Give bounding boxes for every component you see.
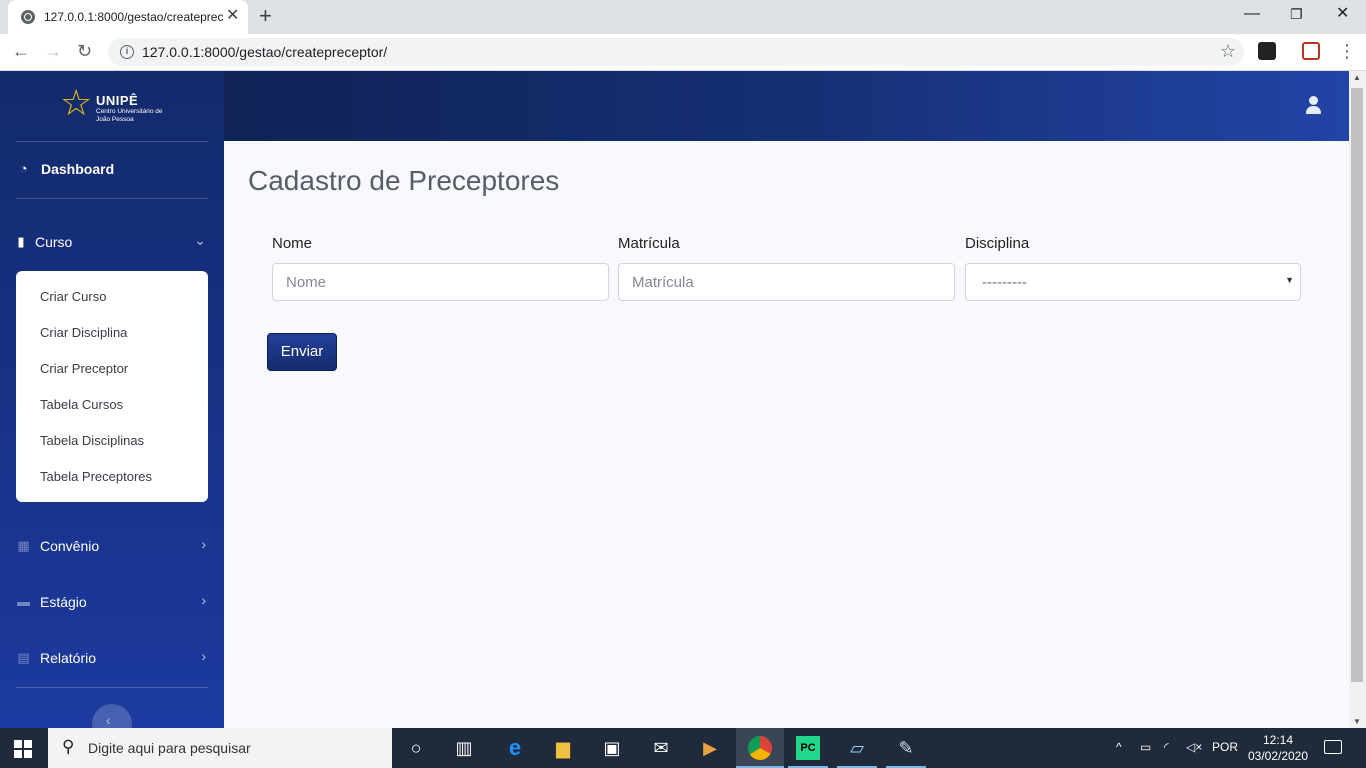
- taskbar-clock[interactable]: 12:14 03/02/2020: [1244, 732, 1312, 764]
- scroll-thumb[interactable]: [1351, 88, 1363, 682]
- minimize-icon[interactable]: —: [1244, 4, 1260, 24]
- submenu-tabela-preceptores[interactable]: Tabela Preceptores: [40, 469, 152, 484]
- cortana-icon[interactable]: ○: [404, 736, 428, 760]
- close-window-icon[interactable]: ✕: [1336, 4, 1349, 24]
- submenu-tabela-disciplinas[interactable]: Tabela Disciplinas: [40, 433, 144, 448]
- submenu-tabela-cursos[interactable]: Tabela Cursos: [40, 397, 123, 412]
- enviar-button[interactable]: Enviar: [267, 333, 337, 371]
- matricula-input[interactable]: Matrícula: [618, 263, 955, 301]
- notepad-icon[interactable]: ▱: [845, 736, 869, 760]
- nome-input[interactable]: Nome: [272, 263, 609, 301]
- web-page: ☆ UNIPÊ Centro Universitário de João Pes…: [0, 71, 1366, 728]
- sidebar-divider: [16, 198, 208, 199]
- wifi-icon[interactable]: ◜: [1164, 740, 1169, 754]
- back-icon[interactable]: ←: [12, 40, 30, 62]
- mail-icon[interactable]: ✉: [649, 736, 673, 760]
- submenu-criar-preceptor[interactable]: Criar Preceptor: [40, 361, 128, 376]
- chrome-taskbar-button[interactable]: [736, 728, 784, 768]
- nome-placeholder: Nome: [286, 274, 327, 291]
- main-content: Cadastro de Preceptores Nome Nome Matríc…: [224, 141, 1349, 728]
- store-icon[interactable]: ▣: [600, 736, 624, 760]
- browser-tab[interactable]: 127.0.0.1:8000/gestao/createpreceptor/ ✕: [8, 0, 248, 34]
- sidebar-item-estagio[interactable]: ▬ Estágio ›: [16, 592, 208, 614]
- sidebar-divider: [16, 141, 208, 142]
- language-indicator[interactable]: POR: [1212, 740, 1238, 754]
- chevron-up-icon[interactable]: ^: [1116, 740, 1122, 754]
- task-view-icon[interactable]: ▥: [452, 736, 476, 760]
- extension-icon[interactable]: [1258, 42, 1276, 60]
- pycharm-icon[interactable]: PC: [796, 736, 820, 760]
- scroll-icon: ▤: [17, 650, 30, 665]
- restore-icon[interactable]: ❐: [1290, 4, 1303, 24]
- tab-title: 127.0.0.1:8000/gestao/createpreceptor/: [44, 10, 224, 24]
- windows-start-icon[interactable]: [14, 740, 32, 758]
- sidebar-item-curso[interactable]: ▮ Curso ⌄: [16, 232, 208, 254]
- search-icon: ⚲: [62, 737, 75, 756]
- clock-date: 03/02/2020: [1247, 749, 1309, 763]
- nome-label: Nome: [272, 235, 313, 252]
- notifications-icon[interactable]: [1324, 740, 1342, 754]
- page-title: Cadastro de Preceptores: [248, 165, 560, 196]
- unipe-logo[interactable]: ☆ UNIPÊ Centro Universitário de João Pes…: [60, 82, 170, 127]
- reload-icon[interactable]: ↻: [77, 40, 92, 62]
- clock-time: 12:14: [1262, 733, 1294, 747]
- disciplina-label: Disciplina: [965, 235, 1030, 252]
- logo-name: UNIPÊ: [96, 93, 139, 108]
- tachometer-icon: ◔: [19, 161, 28, 176]
- folder-icon: ▬: [17, 594, 30, 609]
- address-toolbar: ← → ↻ i 127.0.0.1:8000/gestao/createprec…: [0, 34, 1366, 71]
- browser-tab-bar: 127.0.0.1:8000/gestao/createpreceptor/ ✕…: [0, 0, 1366, 34]
- forward-icon[interactable]: →: [44, 40, 62, 62]
- sidebar: ☆ UNIPÊ Centro Universitário de João Pes…: [0, 71, 224, 728]
- curso-submenu: Criar Curso Criar Disciplina Criar Prece…: [16, 271, 208, 502]
- sidebar-toggle-button[interactable]: ‹: [92, 704, 132, 728]
- bookmark-icon: ▮: [17, 234, 25, 249]
- matricula-placeholder: Matrícula: [632, 274, 694, 291]
- menu-kebab-icon[interactable]: ⋮: [1338, 40, 1356, 62]
- sidebar-item-dashboard[interactable]: ◔ Dashboard: [16, 159, 208, 181]
- close-tab-icon[interactable]: ✕: [226, 7, 239, 25]
- chevron-right-icon: ›: [201, 648, 206, 664]
- sidebar-item-relatorio[interactable]: ▤ Relatório ›: [16, 648, 208, 670]
- submenu-criar-disciplina[interactable]: Criar Disciplina: [40, 325, 127, 340]
- media-player-icon[interactable]: ▶: [698, 736, 722, 760]
- info-icon[interactable]: i: [120, 45, 134, 59]
- search-placeholder: Digite aqui para pesquisar: [88, 740, 251, 756]
- url-text[interactable]: 127.0.0.1:8000/gestao/createpreceptor/: [142, 44, 387, 60]
- scroll-down-icon[interactable]: ▼: [1353, 717, 1361, 726]
- new-tab-icon[interactable]: +: [259, 4, 272, 28]
- matricula-label: Matrícula: [618, 235, 680, 252]
- user-icon[interactable]: [1304, 96, 1322, 116]
- sidebar-divider: [16, 687, 208, 688]
- omnibox[interactable]: i 127.0.0.1:8000/gestao/createpreceptor/…: [108, 38, 1244, 66]
- bookmark-star-icon[interactable]: ☆: [1220, 41, 1236, 62]
- globe-icon: [21, 10, 35, 24]
- star-logo-icon: ☆: [60, 82, 93, 123]
- disciplina-selected: ---------: [982, 274, 1027, 291]
- chrome-icon: [748, 736, 772, 760]
- submenu-criar-curso[interactable]: Criar Curso: [40, 289, 106, 304]
- battery-icon[interactable]: ▭: [1140, 740, 1151, 754]
- taskbar-search-box[interactable]: ⚲ Digite aqui para pesquisar: [48, 728, 392, 768]
- chevron-left-icon: ‹: [106, 712, 111, 728]
- chevron-right-icon: ›: [201, 536, 206, 552]
- sidebar-item-convenio[interactable]: ▦ Convênio ›: [16, 536, 208, 558]
- file-explorer-icon[interactable]: ▆: [551, 736, 575, 760]
- building-icon: ▦: [17, 538, 30, 553]
- chevron-down-icon: ⌄: [194, 232, 206, 248]
- logo-subtitle: Centro Universitário de João Pessoa: [96, 108, 163, 123]
- edge-icon[interactable]: e: [503, 736, 527, 760]
- dropdown-arrow-icon: ▼: [1285, 275, 1294, 285]
- volume-muted-icon[interactable]: ◁×: [1186, 740, 1202, 754]
- scroll-up-icon[interactable]: ▲: [1353, 73, 1361, 82]
- chevron-right-icon: ›: [201, 592, 206, 608]
- page-scrollbar[interactable]: ▲ ▼: [1349, 71, 1366, 728]
- disciplina-select[interactable]: --------- ▼: [965, 263, 1301, 301]
- paint-icon[interactable]: ✎: [894, 736, 918, 760]
- extension-adr-icon[interactable]: [1302, 42, 1320, 60]
- windows-taskbar: ⚲ Digite aqui para pesquisar ○ ▥ e ▆ ▣ ✉…: [0, 728, 1366, 768]
